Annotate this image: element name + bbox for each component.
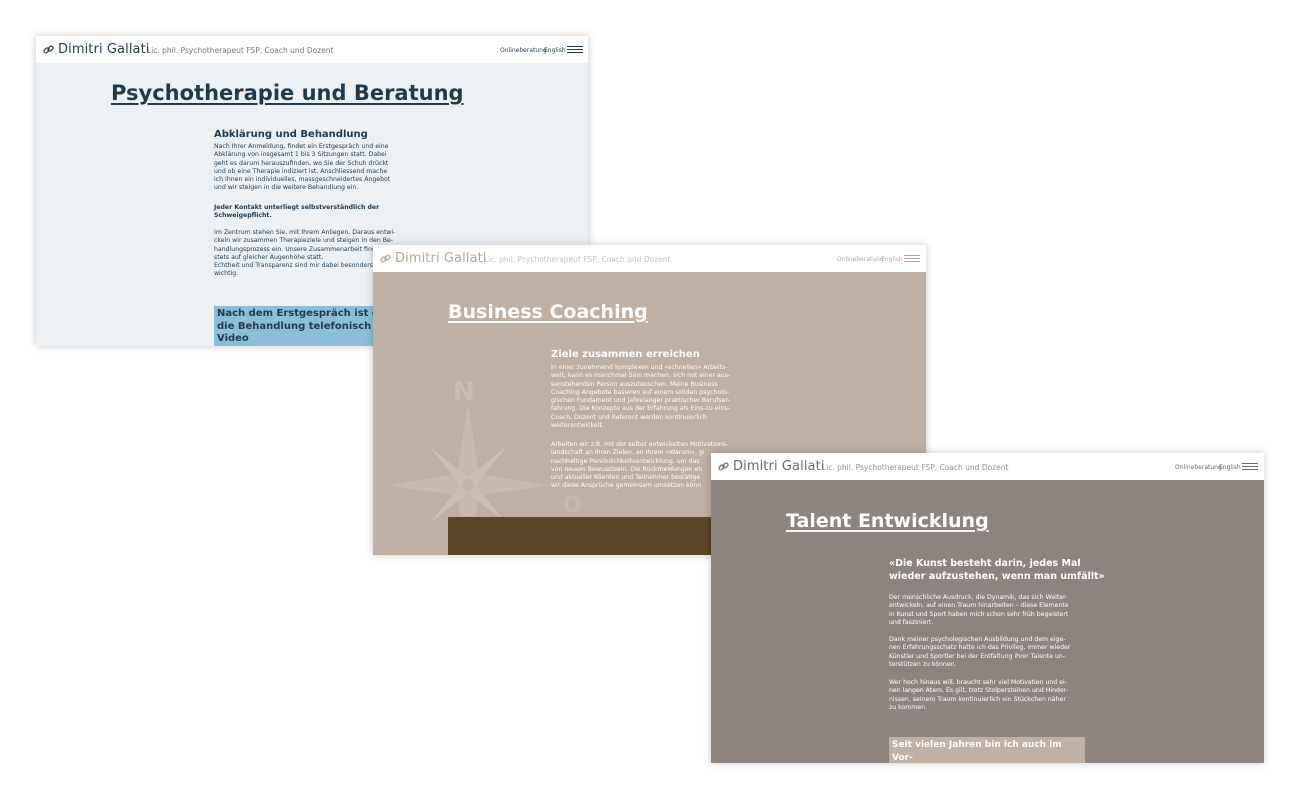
highlight-text: Seit vielen Jahren bin ich auch im Vor- …	[892, 740, 1062, 763]
nav-online-consulting[interactable]: Onlineberatung	[1175, 464, 1222, 471]
compass-east-letter: O	[563, 493, 582, 518]
site-header: Dimitri Gallati Lic. phil. Psychotherape…	[711, 453, 1264, 480]
highlight-box: Seit vielen Jahren bin ich auch im Vor- …	[889, 737, 1085, 763]
nav-english[interactable]: English	[881, 256, 903, 263]
site-header: Dimitri Gallati Lic. phil. Psychotherape…	[373, 245, 926, 272]
site-logo[interactable]: Dimitri Gallati	[718, 459, 825, 474]
brand-subtitle: Lic. phil. Psychotherapeut FSP, Coach un…	[484, 255, 671, 264]
site-header: Dimitri Gallati Lic. phil. Psychotherape…	[36, 36, 588, 63]
site-logo[interactable]: Dimitri Gallati	[43, 42, 150, 57]
section-heading: Abklärung und Behandlung	[214, 129, 368, 140]
brand-name: Dimitri Gallati	[733, 459, 825, 474]
nav-online-consulting[interactable]: Onlineberatung	[837, 256, 884, 263]
hamburger-menu-icon[interactable]	[1242, 463, 1258, 471]
intro-paragraph: Nach Ihrer Anmeldung, findet ein Erstges…	[214, 143, 391, 192]
brand-name: Dimitri Gallati	[58, 42, 150, 57]
intro-paragraph: In einer zunehmend komplexen und «schnel…	[551, 364, 731, 430]
brand-name: Dimitri Gallati	[395, 251, 487, 266]
process-paragraph: Im Zentrum stehen Sie, mit Ihrem Anliege…	[214, 229, 396, 278]
compass-north-letter: N	[453, 377, 475, 407]
training-paragraph: Dank meiner psychologischen Ausbildung u…	[889, 636, 1071, 668]
expression-paragraph: Der menschliche Ausdruck, die Dynamik, d…	[889, 594, 1069, 626]
hamburger-menu-icon[interactable]	[567, 46, 583, 54]
quote-heading: «Die Kunst besteht darin, jedes Mal wied…	[889, 558, 1105, 582]
confidentiality-note: Jeder Kontakt unterliegt selbstverständl…	[214, 204, 380, 220]
nav-english[interactable]: English	[1219, 464, 1241, 471]
brand-subtitle: Lic. phil. Psychotherapeut FSP, Coach un…	[147, 46, 334, 55]
hamburger-menu-icon[interactable]	[904, 255, 920, 263]
link-logo-icon	[43, 45, 54, 54]
link-logo-icon	[718, 462, 729, 471]
method-paragraph: Arbeiten wir z.B. mit der selbst entwick…	[551, 441, 729, 490]
site-logo[interactable]: Dimitri Gallati	[380, 251, 487, 266]
page-title: Business Coaching	[448, 301, 648, 323]
nav-english[interactable]: English	[544, 47, 566, 54]
link-logo-icon	[380, 254, 391, 263]
page-title: Psychotherapie und Beratung	[111, 81, 464, 105]
section-heading: Ziele zusammen erreichen	[551, 349, 700, 360]
brand-subtitle: Lic. phil. Psychotherapeut FSP, Coach un…	[822, 463, 1009, 472]
talent-page-screenshot: Dimitri Gallati Lic. phil. Psychotherape…	[711, 453, 1264, 763]
motivation-paragraph: Wer hoch hinaus will, braucht sehr viel …	[889, 679, 1069, 711]
nav-online-consulting[interactable]: Onlineberatung	[500, 47, 547, 54]
page-title: Talent Entwicklung	[786, 510, 989, 532]
